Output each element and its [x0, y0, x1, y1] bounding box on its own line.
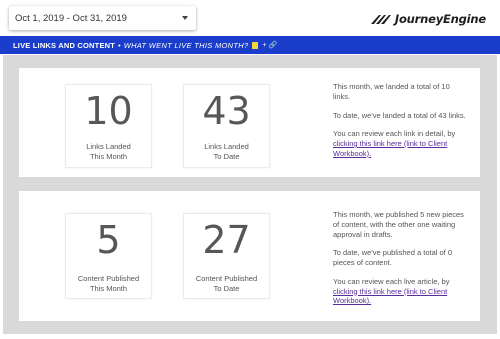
- logo-text: JourneyEngine: [394, 12, 486, 26]
- content-description: This month, we published 5 new pieces of…: [333, 210, 468, 315]
- banner-suffix: + 🔗: [262, 42, 278, 49]
- stat-label: Links Landed To Date: [204, 142, 249, 161]
- stat-card-content-to-date: 27 Content Published To Date: [183, 213, 270, 299]
- stat-label: Links Landed This Month: [86, 142, 131, 161]
- stat-value: 27: [202, 218, 251, 262]
- content-review-prefix: You can review each live article, by: [333, 276, 450, 286]
- links-summary-month: This month, we landed a total of 10 link…: [333, 82, 450, 101]
- banner-separator: •: [118, 40, 121, 50]
- content-summary-month: This month, we published 5 new pieces of…: [333, 210, 464, 239]
- content-panel: 5 Content Published This Month 27 Conten…: [19, 191, 480, 321]
- note-icon: [252, 41, 259, 49]
- stat-card-links-month: 10 Links Landed This Month: [65, 84, 152, 168]
- links-panel: 10 Links Landed This Month 43 Links Land…: [19, 68, 480, 177]
- stat-label: Content Published To Date: [195, 274, 258, 293]
- stat-value: 43: [202, 89, 251, 133]
- stat-value: 5: [96, 218, 121, 262]
- stat-value: 10: [84, 89, 133, 133]
- journeyengine-logo: JourneyEngine: [370, 10, 486, 28]
- content-review-text: You can review each live article, by cli…: [333, 277, 468, 306]
- banner-title: LIVE LINKS AND CONTENT: [13, 40, 116, 50]
- stat-card-links-to-date: 43 Links Landed To Date: [183, 84, 270, 168]
- links-summary-to-date: To date, we've landed a total of 43 link…: [333, 110, 466, 120]
- date-range-value: Oct 1, 2019 - Oct 31, 2019: [15, 12, 127, 24]
- links-review-prefix: You can review each link in detail, by: [333, 129, 456, 139]
- logo-mark-icon: [370, 15, 391, 24]
- links-description: This month, we landed a total of 10 link…: [333, 82, 468, 168]
- date-range-picker[interactable]: Oct 1, 2019 - Oct 31, 2019: [9, 6, 196, 30]
- links-review-text: You can review each link in detail, by c…: [333, 129, 468, 158]
- report-canvas: 10 Links Landed This Month 43 Links Land…: [3, 55, 497, 334]
- banner-question: WHAT WENT LIVE THIS MONTH?: [123, 40, 249, 50]
- links-workbook-link[interactable]: clicking this link here (link to Client …: [333, 139, 447, 158]
- content-summary-to-date: To date, we've published a total of 0 pi…: [333, 248, 453, 267]
- stat-label: Content Published This Month: [77, 274, 140, 293]
- content-workbook-link[interactable]: clicking this link here (link to Client …: [333, 287, 447, 306]
- chevron-down-icon[interactable]: [182, 16, 188, 20]
- stat-card-content-month: 5 Content Published This Month: [65, 213, 152, 299]
- section-banner: LIVE LINKS AND CONTENT • WHAT WENT LIVE …: [0, 36, 500, 54]
